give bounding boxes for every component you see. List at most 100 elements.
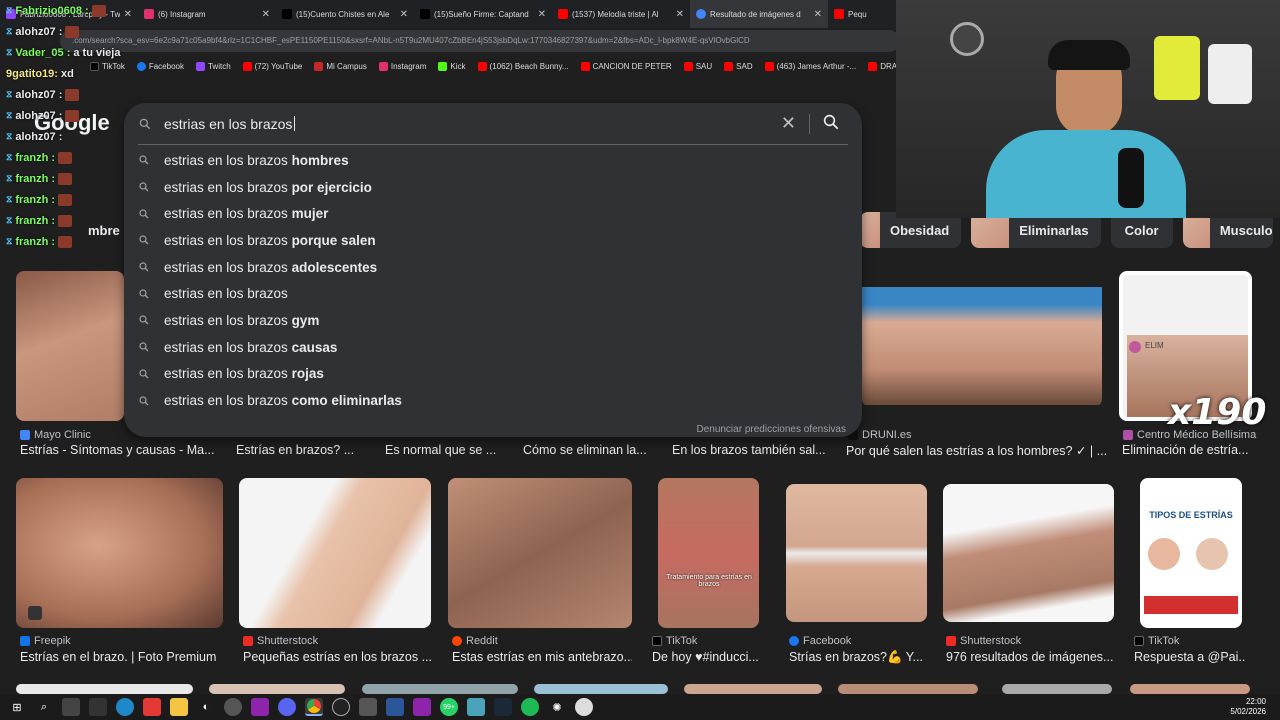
browser-tab[interactable]: (15)Cuento Chistes en Ale ✕ (276, 0, 414, 28)
bookmark-twitch[interactable]: Twitch (195, 61, 231, 71)
result-image[interactable] (448, 478, 632, 628)
result-image[interactable] (534, 684, 668, 694)
suggestion-item[interactable]: estrias en los brazos gym (124, 307, 862, 334)
image-caption[interactable]: En los brazos también sal... (672, 443, 832, 457)
address-bar[interactable]: .com/search?sca_esv=6e2c9a71c05a9bf4&rlz… (60, 30, 900, 52)
image-caption[interactable]: Cómo se eliminan la... (523, 443, 653, 457)
image-caption[interactable]: Eliminación de estría... (1122, 443, 1252, 457)
system-clock[interactable]: 22:00 5/02/2026 (1230, 697, 1266, 717)
result-image[interactable] (862, 271, 1102, 407)
obs-icon[interactable] (332, 698, 350, 716)
source-label[interactable]: Mayo Clinic (20, 429, 91, 441)
bookmark-mi-campus[interactable]: Mi Campus (314, 61, 367, 71)
bookmark-beach-bunny[interactable]: (1062) Beach Bunny... (477, 61, 569, 71)
whatsapp-icon[interactable]: 99+ (440, 698, 458, 716)
result-image[interactable] (943, 484, 1114, 622)
windows-start-icon[interactable]: ⊞ (8, 698, 26, 716)
search-icon[interactable]: ⌕ (35, 698, 53, 716)
app-red-icon[interactable] (143, 698, 161, 716)
folder-icon[interactable] (170, 698, 188, 716)
result-image[interactable] (209, 684, 345, 694)
clear-icon[interactable]: ✕ (781, 113, 796, 134)
image-caption[interactable]: De hoy ♥#inducci... (652, 650, 770, 664)
image-caption[interactable]: 976 resultados de imágenes... (946, 650, 1114, 664)
suggestion-item[interactable]: estrias en los brazos rojas (124, 361, 862, 388)
image-caption[interactable]: Estrías en brazos? ... (236, 443, 366, 457)
result-image[interactable]: Tratamiento para estrías en brazos (658, 478, 759, 628)
image-caption[interactable]: Por qué salen las estrías a los hombres?… (846, 443, 1108, 458)
browser-tab[interactable]: (1537) Melodía triste | Al ✕ (552, 0, 690, 28)
browser-tab[interactable]: (15)Sueño Firme: Captand ✕ (414, 0, 552, 28)
bookmark-sad[interactable]: SAD (724, 61, 753, 71)
bookmark-cancion[interactable]: CANCION DE PETER (580, 61, 672, 71)
source-label[interactable]: TikTok (1134, 635, 1179, 647)
bookmark-kick[interactable]: Kick (438, 61, 466, 71)
result-image[interactable] (362, 684, 518, 694)
bookmark-instagram[interactable]: Instagram (378, 61, 426, 71)
chatgpt-icon[interactable]: ✺ (548, 698, 566, 716)
word-icon[interactable] (386, 698, 404, 716)
edge-icon[interactable] (116, 698, 134, 716)
result-image[interactable]: TIPOS DE ESTRÍAS (1140, 478, 1242, 628)
source-label[interactable]: Reddit (452, 635, 498, 647)
suggestion-item[interactable]: estrias en los brazos (124, 280, 862, 307)
steam-icon[interactable] (224, 698, 242, 716)
app-icon[interactable]: ◐ (197, 698, 215, 716)
result-image[interactable] (16, 271, 124, 421)
image-caption[interactable]: Pequeñas estrías en los brazos ... (243, 650, 433, 664)
report-predictions-link[interactable]: Denunciar predicciones ofensivas (696, 424, 846, 435)
close-icon[interactable]: ✕ (676, 9, 684, 20)
result-image[interactable] (16, 684, 193, 694)
suggestion-item[interactable]: estrias en los brazos adolescentes (124, 254, 862, 281)
source-label[interactable]: DRUNI.es (848, 429, 912, 441)
source-label[interactable]: Facebook (789, 635, 851, 647)
app-icon[interactable] (575, 698, 593, 716)
browser-tab-active[interactable]: Resultado de imágenes d ✕ (690, 0, 828, 28)
source-label[interactable]: TikTok (652, 635, 697, 647)
calculator-icon[interactable] (359, 698, 377, 716)
bookmark-facebook[interactable]: Facebook (136, 61, 184, 71)
bookmark-james-arthur[interactable]: (463) James Arthur -... (764, 61, 856, 71)
chrome-icon[interactable] (305, 698, 323, 716)
calculator-icon[interactable] (62, 698, 80, 716)
steam-icon[interactable] (494, 698, 512, 716)
close-icon[interactable]: ✕ (400, 9, 408, 20)
source-label[interactable]: Freepik (20, 635, 71, 647)
media-icon[interactable] (89, 698, 107, 716)
app-purple-icon[interactable] (413, 698, 431, 716)
image-caption[interactable]: Estrías - Síntomas y causas - Ma... (20, 443, 215, 457)
suggestion-item[interactable]: estrias en los brazos hombres (124, 147, 862, 174)
result-image[interactable] (16, 478, 223, 628)
close-icon[interactable]: ✕ (262, 9, 270, 20)
suggestion-item[interactable]: estrias en los brazos por ejercicio (124, 174, 862, 201)
search-box[interactable]: estrias en los brazos ✕ (138, 103, 848, 145)
browser-tab[interactable]: (6) Instagram ✕ (138, 0, 276, 28)
bookmark-dra[interactable]: DRA (868, 61, 897, 71)
suggestion-item[interactable]: estrias en los brazos causas (124, 334, 862, 361)
result-image[interactable] (684, 684, 822, 694)
suggestion-item[interactable]: estrias en los brazos mujer (124, 200, 862, 227)
result-image[interactable] (239, 478, 431, 628)
result-image[interactable] (1130, 684, 1250, 694)
close-icon[interactable]: ✕ (814, 9, 822, 20)
source-label[interactable]: Centro Médico Bellísima (1123, 429, 1256, 441)
image-caption[interactable]: Es normal que se ... (385, 443, 505, 457)
search-input[interactable]: estrias en los brazos (164, 116, 292, 132)
result-image[interactable] (838, 684, 978, 694)
image-caption[interactable]: Estrías en el brazo. | Foto Premium (20, 650, 230, 664)
bookmark-sau[interactable]: SAU (683, 61, 712, 71)
image-caption[interactable]: Estas estrías en mis antebrazo... (452, 650, 632, 664)
spotify-icon[interactable] (521, 698, 539, 716)
image-caption[interactable]: Strías en brazos?💪 Y... (789, 650, 924, 665)
suggestion-item[interactable]: estrias en los brazos como eliminarlas (124, 387, 862, 414)
app-icon[interactable] (467, 698, 485, 716)
source-label[interactable]: Shutterstock (946, 635, 1021, 647)
source-label[interactable]: Shutterstock (243, 635, 318, 647)
result-image[interactable] (1002, 684, 1112, 694)
suggestion-item[interactable]: estrias en los brazos porque salen (124, 227, 862, 254)
discord-icon[interactable] (278, 698, 296, 716)
app-purple-icon[interactable] (251, 698, 269, 716)
image-caption[interactable]: Respuesta a @Pai... (1134, 650, 1246, 664)
close-icon[interactable]: ✕ (538, 9, 546, 20)
search-submit-icon[interactable] (822, 113, 840, 131)
